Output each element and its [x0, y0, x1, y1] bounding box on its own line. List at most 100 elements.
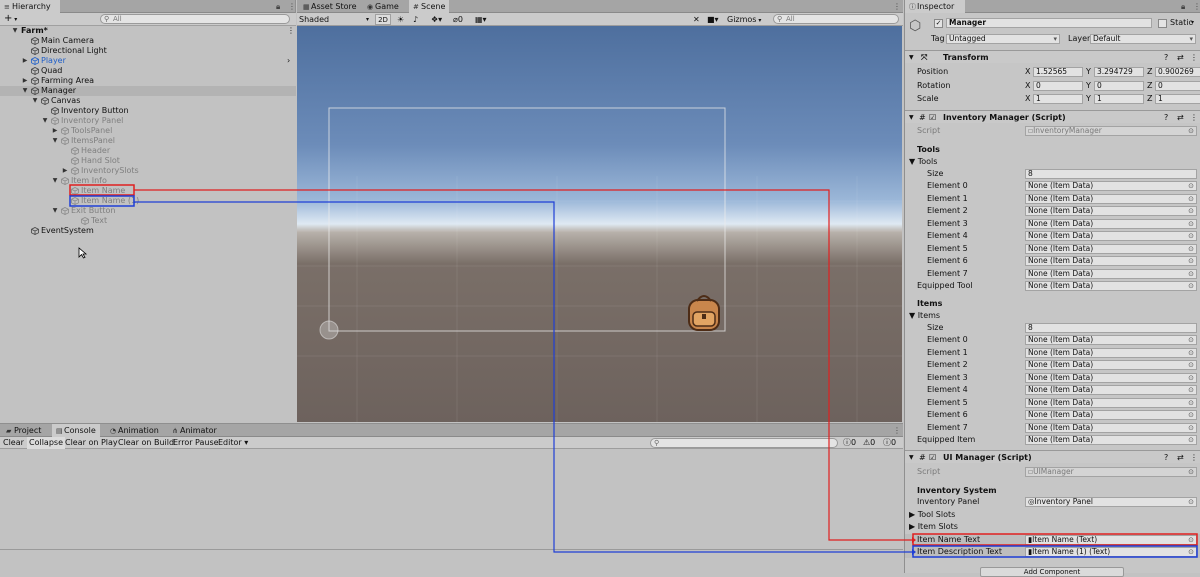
- object-picker-icon[interactable]: ⊙: [1188, 386, 1194, 394]
- object-picker-icon[interactable]: ⊙: [1188, 361, 1194, 369]
- hierarchy-item[interactable]: Inventory Button: [0, 106, 296, 116]
- hierarchy-item[interactable]: ▼ Inventory Panel: [0, 116, 296, 126]
- help-icon[interactable]: ?: [1164, 111, 1168, 124]
- vector-field[interactable]: 0: [1094, 81, 1144, 91]
- object-field[interactable]: None (Item Data) ⊙: [1025, 385, 1197, 395]
- axis-label[interactable]: Y: [1086, 93, 1091, 105]
- object-field[interactable]: ◎Inventory Panel ⊙: [1025, 497, 1197, 507]
- object-name-input[interactable]: Manager: [946, 18, 1152, 28]
- object-picker-icon[interactable]: ⊙: [1188, 411, 1194, 419]
- object-field[interactable]: None (Item Data) ⊙: [1025, 422, 1197, 433]
- lighting-toggle-icon[interactable]: ☀: [397, 13, 404, 26]
- scene-view[interactable]: [297, 26, 902, 422]
- kebab-menu-icon[interactable]: ⋮: [288, 0, 296, 13]
- pivot-handle[interactable]: [319, 320, 339, 340]
- object-picker-icon[interactable]: ⊙: [1188, 207, 1194, 215]
- hierarchy-item[interactable]: Item Name (1): [0, 196, 296, 206]
- field-label[interactable]: ▶ Item Slots: [909, 521, 958, 533]
- object-field[interactable]: None (Item Data) ⊙: [1025, 281, 1197, 291]
- tab-hierarchy[interactable]: ≡ Hierarchy: [0, 0, 60, 13]
- size-field[interactable]: 8: [1025, 323, 1197, 333]
- presets-icon[interactable]: ⇄: [1177, 451, 1184, 464]
- help-icon[interactable]: ?: [1164, 451, 1168, 464]
- tab-inspector[interactable]: ⓘInspector: [905, 0, 965, 13]
- enabled-checkbox[interactable]: ☑: [929, 111, 936, 124]
- hierarchy-item[interactable]: Hand Slot: [0, 156, 296, 166]
- script-field[interactable]: ▫UIManager ⊙: [1025, 467, 1197, 477]
- hierarchy-item[interactable]: Text: [0, 216, 296, 226]
- foldout-arrow-icon[interactable]: ▶: [21, 76, 29, 86]
- object-field[interactable]: None (Item Data) ⊙: [1025, 193, 1197, 204]
- object-field[interactable]: None (Item Data) ⊙: [1025, 231, 1197, 241]
- gizmos-dropdown[interactable]: Gizmos ▾: [727, 14, 767, 25]
- hierarchy-search-input[interactable]: ⚲ All: [100, 14, 290, 24]
- error-pause-button[interactable]: Error Pause: [173, 437, 219, 449]
- axis-label[interactable]: Y: [1086, 66, 1091, 78]
- foldout-arrow-icon[interactable]: ▼: [51, 206, 59, 216]
- collapse-button[interactable]: Collapse: [27, 437, 65, 449]
- transform-header[interactable]: ▼ ⤧ Transform ? ⇄ ⋮: [905, 50, 1200, 63]
- hierarchy-item[interactable]: Item Name: [0, 186, 296, 196]
- hierarchy-item[interactable]: ▶ Player ›: [0, 56, 296, 66]
- hierarchy-item[interactable]: ▶ Farming Area: [0, 76, 296, 86]
- tag-dropdown[interactable]: Untagged ▾: [946, 34, 1060, 44]
- audio-toggle-icon[interactable]: ♪: [413, 13, 418, 26]
- foldout-arrow-icon[interactable]: ▼: [31, 96, 39, 106]
- object-picker-icon[interactable]: ⊙: [1188, 270, 1194, 278]
- vector-field[interactable]: 1: [1033, 94, 1083, 104]
- object-field[interactable]: None (Item Data) ⊙: [1025, 181, 1197, 191]
- hidden-objects-icon[interactable]: ⌀0: [453, 13, 463, 26]
- chevron-right-icon[interactable]: ›: [287, 56, 290, 66]
- foldout-arrow-icon[interactable]: ▼: [51, 176, 59, 186]
- foldout-arrow-icon[interactable]: ▼: [51, 136, 59, 146]
- hierarchy-item[interactable]: ▼ ItemsPanel: [0, 136, 296, 146]
- hierarchy-item[interactable]: Quad: [0, 66, 296, 76]
- hierarchy-item[interactable]: ▼ Manager: [0, 86, 296, 96]
- object-field[interactable]: None (Item Data) ⊙: [1025, 347, 1197, 358]
- object-picker-icon[interactable]: ⊙: [1188, 257, 1194, 265]
- object-picker-icon[interactable]: ⊙: [1188, 436, 1194, 444]
- foldout-arrow-icon[interactable]: ▼: [909, 111, 914, 124]
- help-icon[interactable]: ?: [1164, 51, 1168, 64]
- object-picker-icon[interactable]: ⊙: [1188, 195, 1194, 203]
- object-picker-icon[interactable]: ⊙: [1188, 468, 1194, 476]
- console-divider[interactable]: [0, 549, 903, 550]
- tab-animator[interactable]: ⋔ Animator: [168, 424, 221, 437]
- presets-icon[interactable]: ⇄: [1177, 111, 1184, 124]
- static-dropdown-icon[interactable]: ▾: [1191, 17, 1194, 29]
- foldout-arrow-icon[interactable]: ▶: [51, 126, 59, 136]
- vector-field[interactable]: 0.900269: [1155, 67, 1200, 77]
- tab-asset-store[interactable]: ▦Asset Store: [299, 0, 361, 13]
- kebab-menu-icon[interactable]: ⋮: [893, 0, 901, 13]
- info-count[interactable]: ⓘ0: [843, 437, 856, 449]
- presets-icon[interactable]: ⇄: [1177, 51, 1184, 64]
- object-field[interactable]: None (Item Data) ⊙: [1025, 435, 1197, 445]
- foldout-arrow-icon[interactable]: ▼: [909, 451, 914, 464]
- foldout-arrow-icon[interactable]: ▼: [909, 51, 914, 64]
- object-picker-icon[interactable]: ⊙: [1188, 424, 1194, 432]
- 2d-toggle[interactable]: 2D: [375, 14, 391, 25]
- kebab-menu-icon[interactable]: ⋮: [1193, 0, 1200, 13]
- clear-on-play-button[interactable]: Clear on Play: [65, 437, 118, 449]
- tools-icon[interactable]: ✕: [693, 13, 700, 26]
- kebab-menu-icon[interactable]: ⋮: [1190, 51, 1198, 64]
- object-field[interactable]: None (Item Data) ⊙: [1025, 410, 1197, 420]
- vector-field[interactable]: 1.52565: [1033, 67, 1083, 77]
- lock-icon[interactable]: 🔒︎: [1181, 0, 1185, 13]
- backpack-icon[interactable]: [688, 295, 720, 331]
- hierarchy-item[interactable]: EventSystem: [0, 226, 296, 236]
- hierarchy-item[interactable]: ▼ Canvas: [0, 96, 296, 106]
- layer-dropdown[interactable]: Default ▾: [1090, 34, 1196, 44]
- object-picker-icon[interactable]: ⊙: [1188, 374, 1194, 382]
- hierarchy-item[interactable]: ▼ Exit Button: [0, 206, 296, 216]
- hierarchy-item[interactable]: ▼ Farm* ⋮: [0, 26, 296, 36]
- object-picker-icon[interactable]: ⊙: [1188, 220, 1194, 228]
- object-picker-icon[interactable]: ⊙: [1188, 282, 1194, 290]
- shading-dropdown[interactable]: Shaded ▾: [299, 14, 371, 25]
- vector-field[interactable]: 1: [1155, 94, 1200, 104]
- tab-scene[interactable]: # Scene: [409, 0, 450, 13]
- tab-game[interactable]: ◉ Game: [363, 0, 403, 13]
- object-field[interactable]: None (Item Data) ⊙: [1025, 256, 1197, 266]
- object-picker-icon[interactable]: ⊙: [1188, 548, 1194, 556]
- object-picker-icon[interactable]: ⊙: [1188, 245, 1194, 253]
